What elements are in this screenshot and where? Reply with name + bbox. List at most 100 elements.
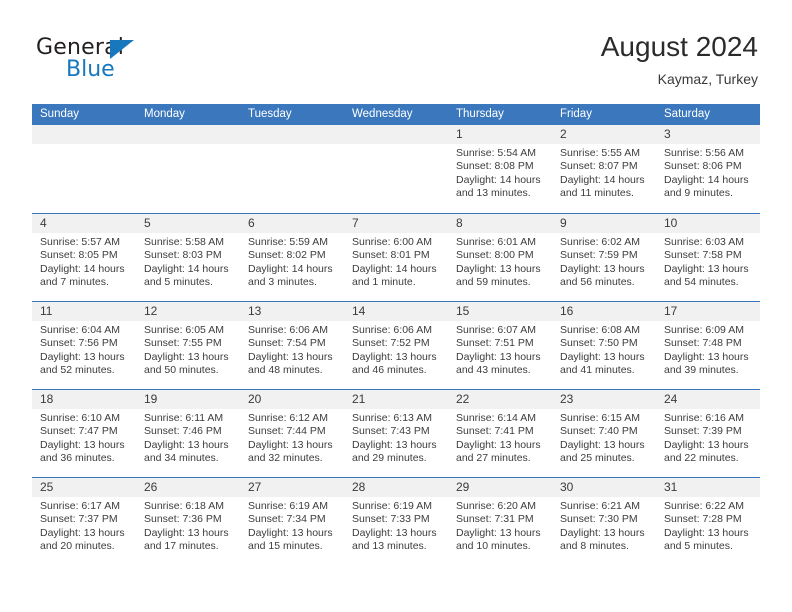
day-cell[interactable]: 23 Sunrise: 6:15 AM Sunset: 7:40 PM Dayligh…	[552, 390, 656, 477]
sunset-text: Sunset: 7:41 PM	[456, 425, 534, 438]
day-cell[interactable]: 30 Sunrise: 6:21 AM Sunset: 7:30 PM Dayligh…	[552, 478, 656, 565]
sunset-text: Sunset: 8:01 PM	[352, 249, 430, 262]
day-number-band: 25	[32, 478, 136, 497]
sunrise-text: Sunrise: 5:55 AM	[560, 147, 640, 159]
day-cell[interactable]: 16 Sunrise: 6:08 AM Sunset: 7:50 PM Dayligh…	[552, 302, 656, 389]
calendar-week-row: 4 Sunrise: 5:57 AM Sunset: 8:05 PM Daylight…	[32, 213, 760, 301]
title-block: August 2024 Kaymaz, Turkey	[601, 30, 758, 88]
day-details: Sunrise: 5:58 AM Sunset: 8:03 PM Daylight:…	[136, 233, 240, 290]
day-cell[interactable]: 17 Sunrise: 6:09 AM Sunset: 7:48 PM Dayligh…	[656, 302, 760, 389]
general-blue-logo[interactable]: General Blue	[36, 36, 216, 88]
sunset-text: Sunset: 8:05 PM	[40, 249, 118, 262]
day-cell[interactable]: 4 Sunrise: 5:57 AM Sunset: 8:05 PM Daylight…	[32, 214, 136, 301]
day-cell[interactable]: 3 Sunrise: 5:56 AM Sunset: 8:06 PM Daylight…	[656, 125, 760, 213]
day-cell[interactable]: 1 Sunrise: 5:54 AM Sunset: 8:08 PM Daylight…	[448, 125, 552, 213]
day-details: Sunrise: 6:12 AM Sunset: 7:44 PM Daylight:…	[240, 409, 344, 466]
sunset-text: Sunset: 8:02 PM	[248, 249, 326, 262]
day-cell[interactable]: 11 Sunrise: 6:04 AM Sunset: 7:56 PM Dayligh…	[32, 302, 136, 389]
day-number-band: 19	[136, 390, 240, 409]
day-number: 9	[560, 216, 567, 230]
daylight-text-line1: Daylight: 13 hours	[560, 526, 645, 539]
daylight-text-line2: and 11 minutes.	[560, 187, 634, 200]
day-details: Sunrise: 6:03 AM Sunset: 7:58 PM Daylight:…	[656, 233, 760, 290]
day-cell[interactable]: 26 Sunrise: 6:18 AM Sunset: 7:36 PM Dayligh…	[136, 478, 240, 565]
day-number: 12	[144, 304, 158, 318]
day-number: 2	[560, 127, 567, 141]
day-number-band: 15	[448, 302, 552, 321]
sunset-text: Sunset: 8:00 PM	[456, 249, 534, 262]
weekday-header-wednesday: Wednesday	[352, 108, 413, 120]
logo-text-blue: Blue	[66, 57, 115, 82]
day-cell[interactable]: 15 Sunrise: 6:07 AM Sunset: 7:51 PM Dayligh…	[448, 302, 552, 389]
daylight-text-line2: and 13 minutes.	[352, 540, 427, 553]
sunrise-text: Sunrise: 6:05 AM	[144, 324, 224, 336]
daylight-text-line2: and 54 minutes.	[664, 276, 739, 289]
day-cell[interactable]: 2 Sunrise: 5:55 AM Sunset: 8:07 PM Daylight…	[552, 125, 656, 213]
day-number: 7	[352, 216, 359, 230]
calendar-week-row: 11 Sunrise: 6:04 AM Sunset: 7:56 PM Dayligh…	[32, 301, 760, 389]
sunrise-text: Sunrise: 6:01 AM	[456, 236, 536, 248]
day-details: Sunrise: 6:06 AM Sunset: 7:52 PM Daylight:…	[344, 321, 448, 378]
daylight-text-line2: and 3 minutes.	[248, 276, 317, 289]
sunset-text: Sunset: 7:56 PM	[40, 337, 118, 350]
day-cell[interactable]: 10 Sunrise: 6:03 AM Sunset: 7:58 PM Dayligh…	[656, 214, 760, 301]
day-details: Sunrise: 6:04 AM Sunset: 7:56 PM Daylight:…	[32, 321, 136, 378]
day-cell[interactable]: 27 Sunrise: 6:19 AM Sunset: 7:34 PM Dayligh…	[240, 478, 344, 565]
day-number-band	[240, 125, 344, 144]
sunset-text: Sunset: 7:30 PM	[560, 513, 638, 526]
day-number: 27	[248, 480, 262, 494]
daylight-text-line1: Daylight: 13 hours	[456, 262, 541, 275]
sunrise-text: Sunrise: 6:06 AM	[248, 324, 328, 336]
day-details: Sunrise: 6:01 AM Sunset: 8:00 PM Daylight:…	[448, 233, 552, 290]
day-cell[interactable]: 24 Sunrise: 6:16 AM Sunset: 7:39 PM Dayligh…	[656, 390, 760, 477]
day-cell[interactable]: 19 Sunrise: 6:11 AM Sunset: 7:46 PM Dayligh…	[136, 390, 240, 477]
day-cell[interactable]: 12 Sunrise: 6:05 AM Sunset: 7:55 PM Dayligh…	[136, 302, 240, 389]
day-details: Sunrise: 6:05 AM Sunset: 7:55 PM Daylight:…	[136, 321, 240, 378]
day-number-band: 23	[552, 390, 656, 409]
daylight-text-line1: Daylight: 14 hours	[664, 173, 749, 186]
day-cell[interactable]: 18 Sunrise: 6:10 AM Sunset: 7:47 PM Dayligh…	[32, 390, 136, 477]
sunset-text: Sunset: 7:34 PM	[248, 513, 326, 526]
day-cell[interactable]: 31 Sunrise: 6:22 AM Sunset: 7:28 PM Dayligh…	[656, 478, 760, 565]
daylight-text-line2: and 25 minutes.	[560, 452, 635, 465]
day-cell[interactable]: 8 Sunrise: 6:01 AM Sunset: 8:00 PM Daylight…	[448, 214, 552, 301]
sunset-text: Sunset: 7:59 PM	[560, 249, 638, 262]
sunset-text: Sunset: 7:28 PM	[664, 513, 742, 526]
daylight-text-line1: Daylight: 13 hours	[248, 438, 333, 451]
day-details: Sunrise: 6:00 AM Sunset: 8:01 PM Daylight:…	[344, 233, 448, 290]
daylight-text-line1: Daylight: 13 hours	[664, 438, 749, 451]
daylight-text-line1: Daylight: 13 hours	[456, 350, 541, 363]
day-number: 29	[456, 480, 470, 494]
sunset-text: Sunset: 7:47 PM	[40, 425, 118, 438]
sunrise-text: Sunrise: 6:00 AM	[352, 236, 432, 248]
day-cell[interactable]: 22 Sunrise: 6:14 AM Sunset: 7:41 PM Dayligh…	[448, 390, 552, 477]
day-cell[interactable]: 6 Sunrise: 5:59 AM Sunset: 8:02 PM Daylight…	[240, 214, 344, 301]
day-number: 8	[456, 216, 463, 230]
day-details: Sunrise: 6:17 AM Sunset: 7:37 PM Daylight:…	[32, 497, 136, 554]
day-cell[interactable]: 14 Sunrise: 6:06 AM Sunset: 7:52 PM Dayligh…	[344, 302, 448, 389]
sunset-text: Sunset: 7:43 PM	[352, 425, 430, 438]
day-number-band	[136, 125, 240, 144]
day-cell[interactable]: 21 Sunrise: 6:13 AM Sunset: 7:43 PM Dayligh…	[344, 390, 448, 477]
daylight-text-line1: Daylight: 13 hours	[664, 350, 749, 363]
day-cell[interactable]: 9 Sunrise: 6:02 AM Sunset: 7:59 PM Daylight…	[552, 214, 656, 301]
day-number: 14	[352, 304, 366, 318]
day-cell[interactable]: 20 Sunrise: 6:12 AM Sunset: 7:44 PM Dayligh…	[240, 390, 344, 477]
day-number-band	[32, 125, 136, 144]
sunrise-text: Sunrise: 6:19 AM	[352, 500, 432, 512]
daylight-text-line2: and 5 minutes.	[144, 276, 213, 289]
daylight-text-line1: Daylight: 13 hours	[144, 438, 229, 451]
day-cell[interactable]: 13 Sunrise: 6:06 AM Sunset: 7:54 PM Dayligh…	[240, 302, 344, 389]
day-number: 23	[560, 392, 574, 406]
day-number-band: 26	[136, 478, 240, 497]
day-details: Sunrise: 6:18 AM Sunset: 7:36 PM Daylight:…	[136, 497, 240, 554]
day-cell[interactable]: 5 Sunrise: 5:58 AM Sunset: 8:03 PM Daylight…	[136, 214, 240, 301]
day-cell[interactable]: 29 Sunrise: 6:20 AM Sunset: 7:31 PM Dayligh…	[448, 478, 552, 565]
day-cell[interactable]: 28 Sunrise: 6:19 AM Sunset: 7:33 PM Dayligh…	[344, 478, 448, 565]
weekday-header-saturday: Saturday	[664, 108, 711, 120]
sunrise-text: Sunrise: 6:16 AM	[664, 412, 744, 424]
day-cell[interactable]: 25 Sunrise: 6:17 AM Sunset: 7:37 PM Dayligh…	[32, 478, 136, 565]
day-number-band: 21	[344, 390, 448, 409]
day-number: 10	[664, 216, 678, 230]
day-cell[interactable]: 7 Sunrise: 6:00 AM Sunset: 8:01 PM Daylight…	[344, 214, 448, 301]
